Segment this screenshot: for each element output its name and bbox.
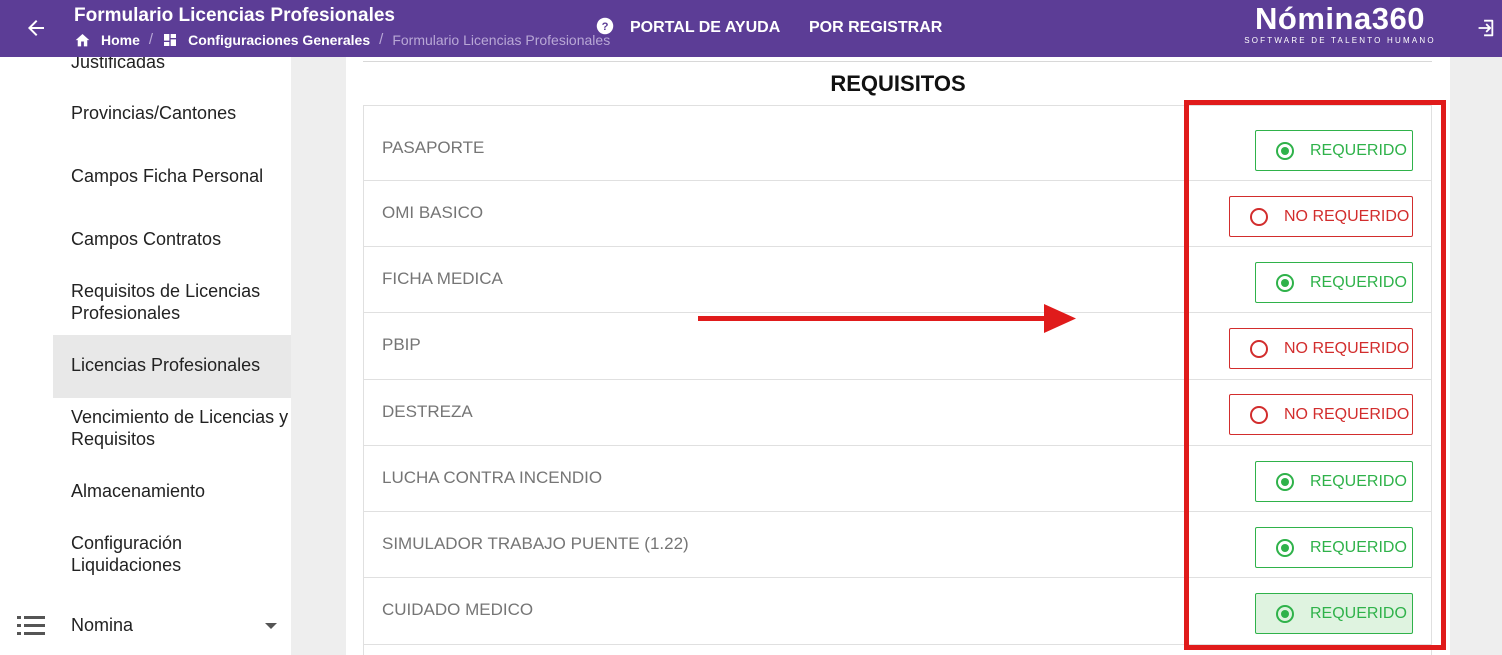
status-label: REQUERIDO xyxy=(1310,472,1407,490)
breadcrumb-separator: / xyxy=(148,31,154,48)
logout-icon[interactable] xyxy=(1474,17,1496,39)
status-toggle-required[interactable]: REQUERIDO xyxy=(1255,262,1413,303)
status-toggle-required[interactable]: REQUERIDO xyxy=(1255,130,1413,171)
breadcrumb-current: Formulario Licencias Profesionales xyxy=(392,31,611,48)
sidebar-item-campos-ficha[interactable]: Campos Ficha Personal xyxy=(53,165,291,187)
status-toggle-not-required[interactable]: NO REQUERIDO xyxy=(1229,328,1413,369)
section-title: REQUISITOS xyxy=(830,71,966,96)
status-toggle-required[interactable]: REQUERIDO xyxy=(1255,527,1413,568)
radio-unchecked-icon xyxy=(1250,207,1268,226)
radio-checked-icon xyxy=(1276,472,1294,491)
table-row: OMI BASICO NO REQUERIDO xyxy=(364,181,1431,247)
requisito-name: DESTREZA xyxy=(382,402,473,421)
back-arrow-icon[interactable] xyxy=(24,16,48,40)
status-toggle-required[interactable]: REQUERIDO xyxy=(1255,593,1413,634)
logo-brand: Nómina360 xyxy=(1255,1,1425,36)
status-label: REQUERIDO xyxy=(1310,141,1407,159)
status-toggle-not-required[interactable]: NO REQUERIDO xyxy=(1229,196,1413,237)
breadcrumb-home[interactable]: Home xyxy=(74,32,140,48)
sidebar-group-label: Nomina xyxy=(71,615,134,635)
divider xyxy=(363,61,1432,62)
breadcrumb-separator: / xyxy=(379,31,384,48)
status-label: NO REQUERIDO xyxy=(1284,207,1410,225)
requisito-name: PASAPORTE xyxy=(382,138,485,157)
breadcrumb-config-label: Configuraciones Generales xyxy=(188,31,371,48)
status-label: REQUERIDO xyxy=(1310,538,1407,556)
table-row: PASAPORTE REQUERIDO xyxy=(364,106,1431,181)
sidebar-item-almacenamiento[interactable]: Almacenamiento xyxy=(53,480,291,502)
status-toggle-required[interactable]: REQUERIDO xyxy=(1255,461,1413,502)
help-portal-link[interactable]: PORTAL DE AYUDA xyxy=(630,19,780,37)
requisito-name: SIMULADOR TRABAJO PUENTE (1.22) xyxy=(382,534,689,553)
radio-checked-icon xyxy=(1276,141,1294,160)
table-row: FICHA MEDICA REQUERIDO xyxy=(364,247,1431,313)
table-row: DESTREZA NO REQUERIDO xyxy=(364,380,1431,446)
radio-checked-icon xyxy=(1276,538,1294,557)
breadcrumb-config[interactable]: Configuraciones Generales xyxy=(162,32,370,48)
status-label: NO REQUERIDO xyxy=(1284,405,1410,423)
breadcrumb-home-label: Home xyxy=(101,31,140,48)
help-icon[interactable]: ? xyxy=(596,17,614,35)
requisito-name: PBIP xyxy=(382,335,421,354)
top-app-bar: Formulario Licencias Profesionales Home … xyxy=(0,0,1502,57)
status-label: REQUERIDO xyxy=(1310,273,1407,291)
sidebar-item-justificadas[interactable]: Justificadas xyxy=(53,57,291,77)
pending-registration-link[interactable]: POR REGISTRAR xyxy=(809,19,942,37)
requisito-name: CUIDADO MEDICO xyxy=(382,600,534,619)
table-row: PBIP NO REQUERIDO xyxy=(364,313,1431,380)
status-label: REQUERIDO xyxy=(1310,604,1407,622)
table-row: SIMULADOR TRABAJO PUENTE (1.22) REQUERID… xyxy=(364,512,1431,578)
radio-unchecked-icon xyxy=(1250,339,1268,358)
sidebar-item-requisitos-licencias[interactable]: Requisitos de Licencias Profesionales xyxy=(53,280,291,324)
page-title: Formulario Licencias Profesionales xyxy=(74,5,395,26)
dashboard-icon xyxy=(164,33,177,46)
sidebar-item-vencimiento[interactable]: Vencimiento de Licencias y Requisitos xyxy=(53,406,291,450)
sidebar-item-licencias-profesionales[interactable]: Licencias Profesionales xyxy=(53,335,291,398)
sidebar: Justificadas Provincias/Cantones Campos … xyxy=(0,57,291,655)
radio-unchecked-icon xyxy=(1250,405,1268,424)
breadcrumb: Home / Configuraciones Generales / Formu… xyxy=(74,31,610,48)
home-icon xyxy=(75,34,90,47)
chevron-down-icon xyxy=(265,623,277,629)
sidebar-group-nomina[interactable]: Nomina xyxy=(0,607,291,645)
table-row: CUIDADO MEDICO REQUERIDO xyxy=(364,578,1431,645)
requisito-name: LUCHA CONTRA INCENDIO xyxy=(382,468,603,487)
requisito-name: OMI BASICO xyxy=(382,203,484,222)
table-row: LUCHA CONTRA INCENDIO REQUERIDO xyxy=(364,446,1431,512)
status-toggle-not-required[interactable]: NO REQUERIDO xyxy=(1229,394,1413,435)
company-logo: Nómina360 SOFTWARE DE TALENTO HUMANO xyxy=(1240,2,1440,48)
requisito-name: FICHA MEDICA xyxy=(382,269,503,288)
sidebar-item-provincias[interactable]: Provincias/Cantones xyxy=(53,102,291,124)
status-label: NO REQUERIDO xyxy=(1284,339,1410,357)
radio-checked-icon xyxy=(1276,273,1294,292)
sidebar-item-config-liquidaciones[interactable]: Configuración Liquidaciones xyxy=(53,532,291,576)
svg-text:?: ? xyxy=(602,21,609,33)
requisitos-table: PASAPORTE REQUERIDO OMI BASICO NO REQUER… xyxy=(363,105,1432,655)
list-icon xyxy=(17,616,45,635)
radio-checked-icon xyxy=(1276,604,1294,623)
sidebar-item-campos-contratos[interactable]: Campos Contratos xyxy=(53,228,291,250)
requisitos-card: REQUISITOS PASAPORTE REQUERIDO OMI BASIC… xyxy=(346,57,1450,655)
logo-tagline: SOFTWARE DE TALENTO HUMANO xyxy=(1244,36,1436,45)
